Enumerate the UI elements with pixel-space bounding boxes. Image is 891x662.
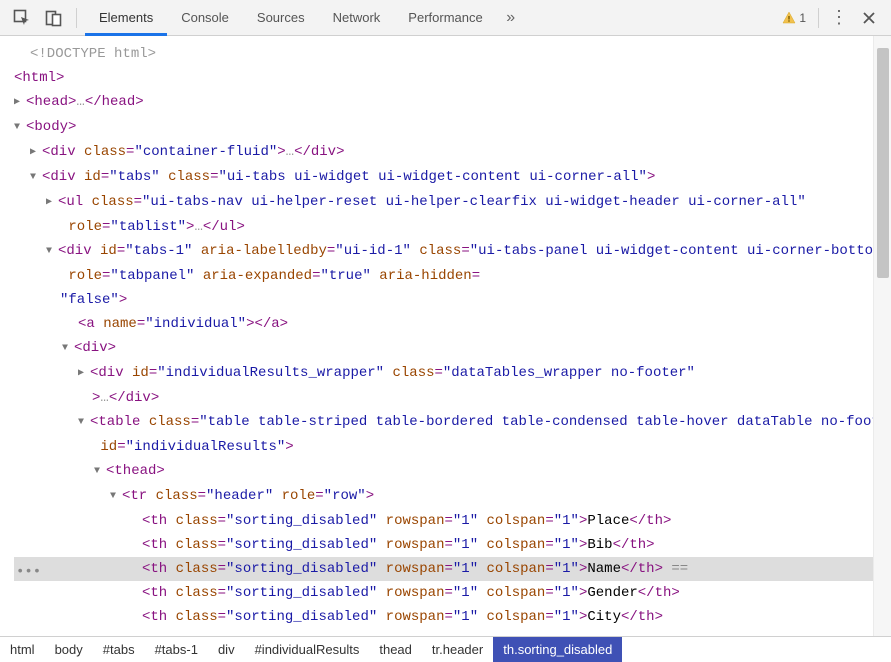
tab-network[interactable]: Network [319, 0, 395, 36]
collapse-caret-icon[interactable]: ▼ [30, 166, 42, 190]
breadcrumb-item[interactable]: thead [369, 637, 422, 662]
dom-node[interactable]: ▶<div class="container-fluid">…</div> [14, 140, 873, 165]
toolbar-divider [76, 8, 77, 28]
breadcrumb: html body #tabs #tabs-1 div #individualR… [0, 636, 891, 662]
tab-sources[interactable]: Sources [243, 0, 319, 36]
expand-caret-icon[interactable]: ▶ [78, 362, 90, 386]
dom-node[interactable]: ▼<tr class="header" role="row"> [14, 484, 873, 509]
dom-node[interactable]: <!DOCTYPE html> [14, 42, 873, 66]
collapse-caret-icon[interactable]: ▼ [78, 411, 90, 435]
expand-caret-icon[interactable]: ▶ [30, 141, 42, 165]
dom-node[interactable]: ▶<head>…</head> [14, 90, 873, 115]
breadcrumb-item[interactable]: #tabs-1 [145, 637, 208, 662]
breadcrumb-item[interactable]: #individualResults [245, 637, 370, 662]
settings-menu-icon[interactable]: ⋮ [825, 4, 853, 32]
vertical-scrollbar[interactable] [873, 36, 891, 636]
gutter-ellipsis-icon: ••• [16, 560, 41, 584]
breadcrumb-item-active[interactable]: th.sorting_disabled [493, 637, 622, 662]
collapse-caret-icon[interactable]: ▼ [14, 116, 26, 140]
warning-icon [782, 11, 796, 25]
expand-caret-icon[interactable]: ▶ [14, 91, 26, 115]
breadcrumb-item[interactable]: html [0, 637, 45, 662]
toolbar-right: 1 ⋮ [776, 4, 883, 32]
breadcrumb-item[interactable]: div [208, 637, 245, 662]
warning-count: 1 [799, 11, 806, 25]
breadcrumb-item[interactable]: body [45, 637, 93, 662]
devtools-toolbar: Elements Console Sources Network Perform… [0, 0, 891, 36]
collapse-caret-icon[interactable]: ▼ [94, 460, 106, 484]
dom-node[interactable]: ▼<table class="table table-striped table… [14, 410, 873, 459]
device-toolbar-icon[interactable] [40, 4, 68, 32]
dom-node[interactable]: <a name="individual"></a> [14, 312, 873, 336]
dom-node[interactable]: ▼<body> [14, 115, 873, 140]
dom-node[interactable]: ▶<div id="individualResults_wrapper" cla… [14, 361, 873, 410]
breadcrumb-item[interactable]: #tabs [93, 637, 145, 662]
collapse-caret-icon[interactable]: ▼ [46, 240, 58, 264]
tab-performance[interactable]: Performance [394, 0, 496, 36]
dom-node[interactable]: <html> [14, 66, 873, 90]
dom-node[interactable]: <th class="sorting_disabled" rowspan="1"… [14, 581, 873, 605]
dom-node[interactable]: <th class="sorting_disabled" rowspan="1"… [14, 605, 873, 629]
elements-panel: <!DOCTYPE html> <html> ▶<head>…</head> ▼… [0, 36, 891, 636]
tab-console[interactable]: Console [167, 0, 243, 36]
warning-badge[interactable]: 1 [776, 11, 812, 25]
devtools-tabs: Elements Console Sources Network Perform… [85, 0, 772, 36]
collapse-caret-icon[interactable]: ▼ [110, 485, 122, 509]
breadcrumb-item[interactable]: tr.header [422, 637, 493, 662]
dom-node[interactable]: ▶<ul class="ui-tabs-nav ui-helper-reset … [14, 190, 873, 239]
dom-node-selected[interactable]: ••• <th class="sorting_disabled" rowspan… [14, 557, 873, 581]
dom-tree[interactable]: <!DOCTYPE html> <html> ▶<head>…</head> ▼… [0, 36, 873, 636]
expand-caret-icon[interactable]: ▶ [46, 191, 58, 215]
scrollbar-thumb[interactable] [877, 48, 889, 278]
dom-node[interactable]: ▼<div id="tabs" class="ui-tabs ui-widget… [14, 165, 873, 190]
dom-node[interactable]: ▼<div id="tabs-1" aria-labelledby="ui-id… [14, 239, 873, 312]
dom-node[interactable]: ▼<div> [14, 336, 873, 361]
inspect-element-icon[interactable] [8, 4, 36, 32]
dom-node[interactable]: <th class="sorting_disabled" rowspan="1"… [14, 509, 873, 533]
dom-node[interactable]: <th class="sorting_disabled" rowspan="1"… [14, 533, 873, 557]
toolbar-divider [818, 8, 819, 28]
tab-elements[interactable]: Elements [85, 0, 167, 36]
close-icon[interactable] [855, 4, 883, 32]
dom-node[interactable]: ▼<thead> [14, 459, 873, 484]
more-tabs-icon[interactable]: » [497, 4, 525, 32]
collapse-caret-icon[interactable]: ▼ [62, 337, 74, 361]
